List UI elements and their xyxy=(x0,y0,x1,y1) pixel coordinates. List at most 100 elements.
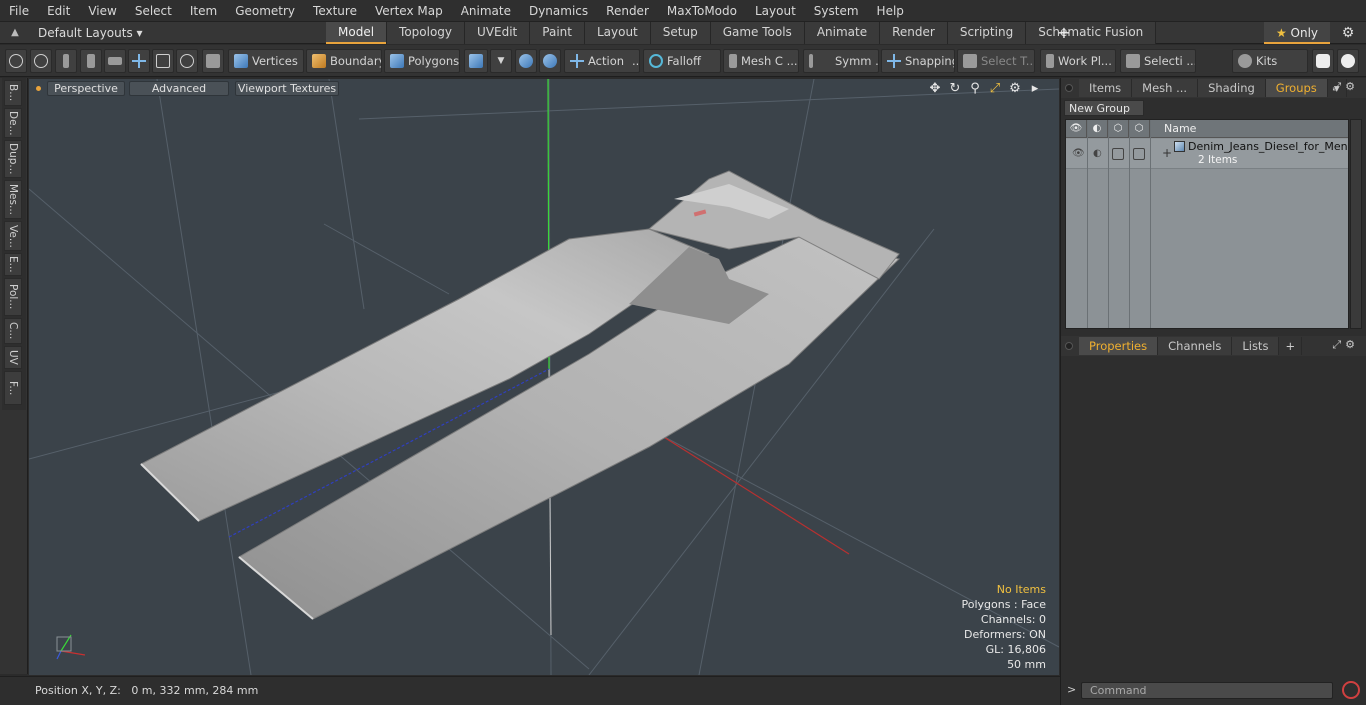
expand-arrow-icon[interactable]: ▸ xyxy=(1027,81,1043,97)
menu-system[interactable]: System xyxy=(805,0,868,22)
menu-view[interactable]: View xyxy=(79,0,125,22)
shield-button[interactable] xyxy=(202,49,224,73)
left-tab-9[interactable]: F... xyxy=(4,371,22,405)
item-mode-button[interactable] xyxy=(464,49,488,73)
polygons-button[interactable]: Polygons xyxy=(384,49,460,73)
left-tab-2[interactable]: Dup... xyxy=(4,140,22,178)
eye-icon[interactable]: 👁 xyxy=(1072,148,1085,159)
fit-icon[interactable]: ⤢ xyxy=(987,81,1003,97)
pan-icon[interactable]: ✥ xyxy=(927,81,943,97)
panel-menu-icon[interactable] xyxy=(1065,342,1073,350)
gear-icon[interactable]: ⚙ xyxy=(1340,25,1356,41)
tab-mesh[interactable]: Mesh ... xyxy=(1132,79,1199,97)
tab-uvedit[interactable]: UVEdit xyxy=(465,22,531,44)
mode-dropdown[interactable]: ▼ xyxy=(490,49,512,73)
default-layouts-dropdown[interactable]: Default Layouts ▾ xyxy=(38,22,143,44)
tab-scripting[interactable]: Scripting xyxy=(947,22,1027,44)
left-tab-0[interactable]: B... xyxy=(4,80,22,106)
menu-layout[interactable]: Layout xyxy=(746,0,805,22)
left-tab-4[interactable]: Ve... xyxy=(4,221,22,251)
tab-channels[interactable]: Channels xyxy=(1158,337,1233,355)
render-toggle-icon[interactable]: ◐ xyxy=(1093,148,1102,159)
tab-paint[interactable]: Paint xyxy=(530,22,585,44)
unreal-button[interactable] xyxy=(1337,49,1359,73)
left-tab-6[interactable]: Pol... xyxy=(4,278,22,316)
globe-button[interactable] xyxy=(30,49,52,73)
only-button[interactable]: ★ Only xyxy=(1264,22,1330,44)
viewport-gear-icon[interactable]: ⚙ xyxy=(1007,81,1023,97)
command-input[interactable]: Command xyxy=(1081,682,1333,699)
left-tab-8[interactable]: UV xyxy=(4,346,22,369)
unity-button[interactable] xyxy=(1312,49,1334,73)
tab-lists[interactable]: Lists xyxy=(1232,337,1280,355)
tab-shading[interactable]: Shading xyxy=(1198,79,1266,97)
select-checkbox[interactable] xyxy=(1133,148,1145,160)
tab-setup[interactable]: Setup xyxy=(650,22,711,44)
tab-schematic-fusion[interactable]: Schematic Fusion xyxy=(1026,22,1157,44)
menu-dynamics[interactable]: Dynamics xyxy=(520,0,597,22)
tab-items[interactable]: Items xyxy=(1079,79,1133,97)
menu-animate[interactable]: Animate xyxy=(452,0,520,22)
menu-select[interactable]: Select xyxy=(126,0,181,22)
3d-viewport[interactable]: Perspective Advanced Viewport Textures ✥… xyxy=(29,79,1059,675)
menu-file[interactable]: File xyxy=(0,0,38,22)
menu-maxtomodo[interactable]: MaxToModo xyxy=(658,0,746,22)
symmetry-a-button[interactable] xyxy=(515,49,537,73)
rotate-button[interactable] xyxy=(176,49,198,73)
viewport-menu-dot[interactable] xyxy=(36,86,41,91)
jeans-model[interactable] xyxy=(140,170,901,620)
tab-render[interactable]: Render xyxy=(880,22,948,44)
expand-plus-icon[interactable]: + xyxy=(1162,146,1172,160)
tab-layout[interactable]: Layout xyxy=(584,22,651,44)
add-tab-icon[interactable]: + xyxy=(1056,22,1072,44)
viewport-scene[interactable] xyxy=(29,79,1059,675)
perspective-button[interactable]: Perspective xyxy=(47,81,125,96)
symmetry-button[interactable]: Symm ... xyxy=(803,49,879,73)
visibility-column-icon[interactable]: 👁 xyxy=(1066,120,1087,138)
tab-animate[interactable]: Animate xyxy=(804,22,881,44)
add-tab-icon[interactable]: + xyxy=(1279,337,1303,355)
pen-button[interactable] xyxy=(55,49,77,73)
vertices-button[interactable]: Vertices xyxy=(228,49,304,73)
falloff-button[interactable]: Falloff xyxy=(643,49,721,73)
menu-item[interactable]: Item xyxy=(181,0,226,22)
mesh-constraint-button[interactable]: Mesh C ... xyxy=(723,49,799,73)
tab-model[interactable]: Model xyxy=(326,22,388,44)
action-center-button[interactable]: Action... xyxy=(564,49,640,73)
select-column-icon[interactable]: ⬡ xyxy=(1129,120,1150,138)
render-column-icon[interactable]: ◐ xyxy=(1087,120,1108,138)
select-circle-button[interactable] xyxy=(5,49,27,73)
menu-geometry[interactable]: Geometry xyxy=(226,0,304,22)
rotate-icon[interactable]: ↻ xyxy=(947,81,963,97)
new-group-button[interactable]: New Group xyxy=(1064,100,1144,116)
symmetry-b-button[interactable] xyxy=(539,49,561,73)
groups-list[interactable]: 👁 ◐ ⬡ ⬡ Name 👁 ◐ + Denim_Jeans_Diesel_fo… xyxy=(1065,119,1349,329)
record-icon[interactable] xyxy=(1342,681,1360,699)
scale-button[interactable] xyxy=(152,49,174,73)
brush-button[interactable] xyxy=(80,49,102,73)
lock-column-icon[interactable]: ⬡ xyxy=(1108,120,1129,138)
snapping-button[interactable]: Snapping xyxy=(881,49,955,73)
left-tab-7[interactable]: C... xyxy=(4,318,22,344)
left-tab-5[interactable]: E... xyxy=(4,253,22,276)
advanced-button[interactable]: Advanced xyxy=(129,81,229,96)
tab-game-tools[interactable]: Game Tools xyxy=(710,22,805,44)
transform-button[interactable] xyxy=(128,49,150,73)
viewport-textures-button[interactable]: Viewport Textures xyxy=(235,81,339,96)
selection-sets-button[interactable]: Selecti ... xyxy=(1120,49,1196,73)
work-plane-button[interactable]: Work Pl... xyxy=(1040,49,1116,73)
lock-checkbox[interactable] xyxy=(1112,148,1124,160)
zoom-icon[interactable]: ⚲ xyxy=(967,81,983,97)
tab-groups[interactable]: Groups xyxy=(1265,79,1328,97)
panel-options-icon[interactable]: ⤢⚙ xyxy=(1332,80,1359,94)
layout-toggle-icon[interactable]: ▲ xyxy=(8,26,22,40)
menu-edit[interactable]: Edit xyxy=(38,0,79,22)
name-column-header[interactable]: Name xyxy=(1164,120,1196,138)
left-tab-1[interactable]: De... xyxy=(4,108,22,138)
tab-topology[interactable]: Topology xyxy=(387,22,466,44)
menu-texture[interactable]: Texture xyxy=(304,0,366,22)
panel-menu-icon[interactable] xyxy=(1065,84,1073,92)
left-tab-3[interactable]: Mes... xyxy=(4,180,22,219)
tab-properties[interactable]: Properties xyxy=(1079,337,1159,355)
menu-render[interactable]: Render xyxy=(597,0,658,22)
